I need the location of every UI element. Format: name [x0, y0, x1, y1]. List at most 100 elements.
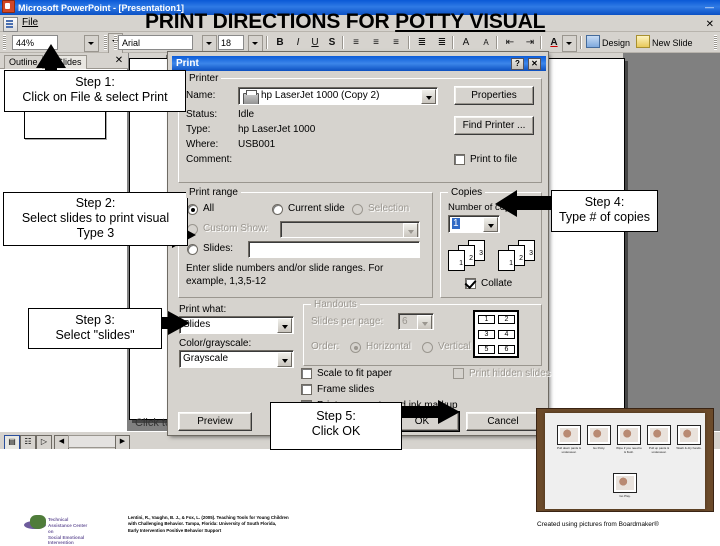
radio-custom-show-label: Custom Show: [203, 223, 269, 234]
handout-cell-3: 3 [478, 330, 495, 339]
printer-name-value: hp LaserJet 1000 (Copy 2) [261, 90, 380, 101]
align-right-button[interactable]: ≡ [388, 35, 404, 50]
radio-current-slide-label: Current slide [288, 203, 345, 214]
preview-button[interactable]: Preview [178, 412, 252, 431]
font-size-dropdown-arrow-icon[interactable] [248, 35, 263, 52]
new-slide-label: New Slide [652, 38, 693, 48]
photo-card-3-caption: Wipe if you need to & flush. [616, 446, 642, 454]
slides-per-page-dropdown-arrow-icon[interactable] [417, 315, 432, 329]
callout-step-2-line2: Select slides to print visual [21, 210, 170, 225]
callout-step-1-line1: Step 1: [75, 75, 115, 89]
photo-card-5-art [680, 428, 698, 442]
handout-cell-4: 4 [498, 330, 515, 339]
find-printer-button[interactable]: Find Printer ... [454, 116, 534, 135]
toolbar-grip-4[interactable] [714, 35, 717, 50]
text-shadow-button[interactable]: S [324, 35, 340, 50]
radio-current-slide[interactable] [272, 204, 283, 215]
font-name-dropdown-arrow-icon[interactable] [202, 35, 217, 52]
radio-selection[interactable] [352, 204, 363, 215]
slides-per-page-combo[interactable]: 6 [398, 313, 434, 330]
font-color-dropdown-arrow-icon[interactable] [562, 35, 577, 52]
callout-step-3: Step 3: Select "slides" [28, 308, 162, 349]
dialog-help-button[interactable]: ? [511, 58, 524, 70]
view-normal-button[interactable]: ▤ [4, 435, 20, 450]
view-slide-show-button[interactable]: ▷ [36, 435, 52, 450]
properties-button[interactable]: Properties [454, 86, 534, 105]
callout-step-5-line1: Step 5: [316, 409, 356, 423]
callout-step-5: Step 5: Click OK [270, 402, 402, 450]
close-pane-icon[interactable]: ✕ [113, 55, 125, 67]
print-hidden-slides-checkbox[interactable] [453, 368, 464, 379]
toolbar-grip-2[interactable] [104, 35, 107, 50]
callout-step-3-line1: Step 3: [75, 313, 115, 327]
radio-selection-label: Selection [368, 203, 410, 214]
custom-show-combo[interactable] [280, 221, 420, 238]
toolbar-grip-3[interactable] [114, 35, 117, 50]
toolbar-grip[interactable] [3, 35, 6, 50]
font-name-combo[interactable]: Arial [118, 35, 193, 50]
boardmaker-credit: Created using pictures from Boardmaker® [537, 521, 659, 528]
radio-all[interactable] [187, 204, 198, 215]
align-center-button[interactable]: ≡ [368, 35, 384, 50]
number-of-copies-value: 1 [452, 218, 460, 229]
toolbar-separator-5 [496, 36, 498, 49]
number-of-copies-input[interactable]: 1 [448, 215, 500, 233]
align-left-button[interactable]: ≡ [348, 35, 364, 50]
decrease-indent-button[interactable]: ⇤ [502, 35, 518, 50]
menu-item-file[interactable]: File [22, 17, 38, 28]
printer-name-label: Name: [186, 90, 216, 101]
view-slide-sorter-button[interactable]: ☷ [20, 435, 36, 450]
print-what-dropdown-arrow-icon[interactable] [277, 318, 292, 333]
color-grayscale-dropdown-arrow-icon[interactable] [277, 352, 292, 367]
bullets-button[interactable]: ≣ [434, 35, 450, 50]
font-size-combo[interactable]: 18 [218, 35, 244, 50]
print-to-file-checkbox[interactable] [454, 154, 465, 165]
printer-icon [243, 90, 259, 104]
frame-slides-checkbox[interactable] [301, 384, 312, 395]
numbering-button[interactable]: ≣ [414, 35, 430, 50]
printer-where-label: Where: [186, 139, 219, 150]
custom-show-dropdown-arrow-icon[interactable] [403, 223, 418, 237]
increase-font-size-button[interactable]: A [458, 35, 474, 50]
document-close-icon[interactable]: ✕ [706, 19, 714, 30]
decrease-font-size-button[interactable]: A [478, 35, 494, 50]
italic-button[interactable]: I [290, 35, 306, 50]
radio-order-vertical[interactable] [422, 342, 433, 353]
radio-all-label: All [203, 203, 215, 214]
scale-to-fit-paper-checkbox[interactable] [301, 368, 312, 379]
cancel-button[interactable]: Cancel [466, 412, 540, 431]
step5-arrow-icon [398, 400, 460, 424]
toolbar-separator-4 [452, 36, 454, 49]
printer-name-combo[interactable]: hp LaserJet 1000 (Copy 2) [238, 87, 438, 105]
window-minimize-icon[interactable]: — [705, 2, 714, 12]
slides-input[interactable] [248, 241, 420, 258]
scroll-left-button[interactable]: ◀ [54, 435, 69, 450]
design-icon [586, 35, 600, 48]
new-slide-icon [636, 35, 650, 48]
toolbar-separator-3 [408, 36, 410, 49]
design-button[interactable]: Design [586, 35, 630, 50]
print-what-combo[interactable]: Slides [179, 316, 294, 334]
printer-where-value: USB001 [238, 139, 276, 150]
radio-order-horizontal[interactable] [350, 342, 361, 353]
print-dialog-title: Print [176, 58, 199, 69]
font-color-button[interactable]: A [546, 35, 562, 50]
photo-card-4 [647, 425, 671, 445]
increase-indent-button[interactable]: ⇥ [522, 35, 538, 50]
underline-button[interactable]: U [307, 35, 323, 50]
scroll-right-button[interactable]: ▶ [115, 435, 130, 450]
printer-name-dropdown-arrow-icon[interactable] [421, 89, 436, 104]
zoom-dropdown-arrow-icon[interactable] [84, 35, 99, 52]
dialog-close-button[interactable]: ✕ [528, 58, 541, 70]
bold-button[interactable]: B [272, 35, 288, 50]
photo-card-6-art [616, 476, 634, 490]
toolbar-separator-7 [580, 36, 582, 49]
callout-step-4: Step 4: Type # of copies [551, 190, 658, 232]
font-size-value: 18 [221, 38, 232, 48]
color-grayscale-combo[interactable]: Grayscale [179, 350, 294, 368]
collate-checkbox[interactable] [465, 278, 476, 289]
collate-preview: 3 2 1 3 2 1 [446, 240, 542, 276]
menu-item-file-label: File [22, 17, 39, 28]
new-slide-button[interactable]: New Slide [636, 35, 693, 50]
handout-layout-preview: 1 2 3 4 5 6 [473, 310, 519, 358]
